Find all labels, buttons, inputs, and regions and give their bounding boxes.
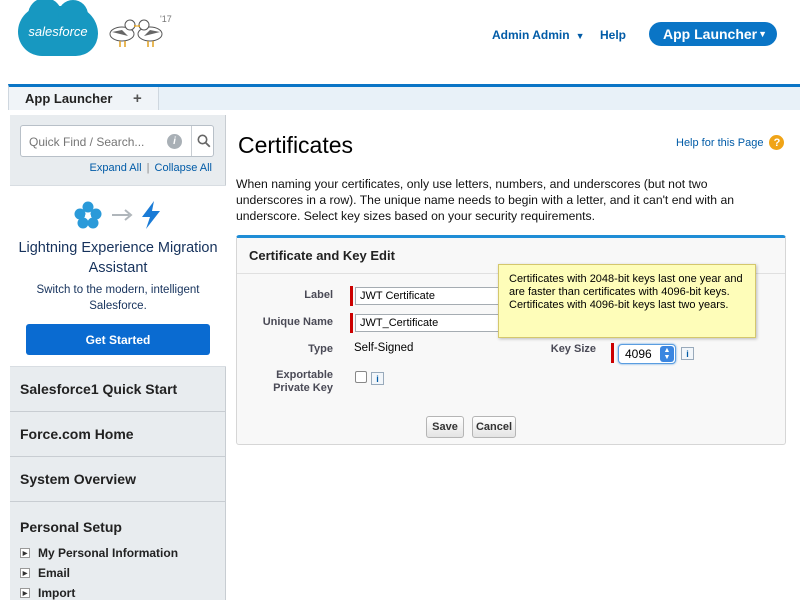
collapse-all-link[interactable]: Collapse All: [155, 162, 212, 174]
sidebar-item-force-home[interactable]: Force.com Home: [10, 412, 226, 457]
exportable-private-key-label: Exportable Private Key: [273, 369, 333, 394]
page-description: When naming your certificates, only use …: [236, 177, 735, 223]
key-size-info-icon[interactable]: i: [681, 347, 694, 360]
link-separator: |: [146, 162, 150, 174]
salesforce-logo[interactable]: salesforce: [18, 0, 98, 56]
lightning-promo: Lightning Experience Migration Assistant…: [10, 185, 226, 367]
sidebar-item-label: Import: [38, 586, 76, 600]
global-header: salesforce '17 Admin Admin ▼ Help App Lau…: [0, 0, 800, 84]
quick-find-box: i: [20, 125, 214, 157]
lightning-bolt-icon: [142, 201, 160, 229]
page-title: Certificates: [238, 132, 354, 158]
promo-subtitle: Switch to the modern, intelligent Salesf…: [36, 284, 200, 312]
exportable-private-key-checkbox[interactable]: [355, 371, 367, 383]
expand-arrow-icon[interactable]: ▶: [20, 548, 30, 558]
flower-icon: [74, 201, 102, 229]
key-size-select[interactable]: 4096 ▲ ▼: [618, 344, 676, 364]
tab-bar-filler: [159, 87, 800, 110]
cancel-button[interactable]: Cancel: [472, 416, 516, 438]
sidebar-item-label: Email: [38, 566, 71, 580]
user-menu-label: Admin Admin: [492, 28, 570, 42]
promo-title: Lightning Experience Migration Assistant: [18, 240, 218, 276]
type-value: Self-Signed: [354, 342, 414, 354]
sidebar-item-import[interactable]: ▶ Import: [20, 586, 75, 600]
add-tab-icon[interactable]: +: [133, 90, 142, 107]
tab-bar: App Launcher +: [8, 84, 800, 110]
get-started-button[interactable]: Get Started: [26, 324, 210, 355]
main-content: Certificates Help for this Page ? When n…: [226, 115, 800, 600]
key-size-value: 4096: [625, 347, 652, 361]
search-icon: [197, 134, 210, 148]
required-indicator: [611, 343, 614, 363]
label-input[interactable]: [355, 287, 505, 305]
sidebar-item-email[interactable]: ▶ Email: [20, 566, 70, 580]
sidebar-item-system-overview[interactable]: System Overview: [10, 457, 226, 502]
key-size-tooltip: Certificates with 2048-bit keys last one…: [498, 264, 756, 338]
search-button[interactable]: [191, 126, 215, 156]
required-indicator: [350, 313, 353, 333]
help-link[interactable]: Help: [600, 28, 626, 42]
select-arrows-icon: ▲ ▼: [660, 346, 674, 362]
exportable-info-icon[interactable]: i: [371, 372, 384, 385]
app-launcher-button[interactable]: App Launcher ▼: [649, 22, 777, 46]
caret-down-icon: ▼: [758, 29, 767, 39]
help-for-page-label: Help for this Page: [676, 136, 764, 149]
personal-setup-heading: Personal Setup: [20, 519, 122, 535]
button-row: Save Cancel: [237, 416, 785, 440]
app-launcher-label: App Launcher: [663, 26, 758, 42]
caret-down-icon: ▼: [575, 31, 585, 41]
expand-arrow-icon[interactable]: ▶: [20, 568, 30, 578]
required-indicator: [350, 286, 353, 306]
type-field-label: Type: [308, 343, 333, 355]
user-menu[interactable]: Admin Admin ▼: [492, 28, 584, 42]
setup-sidebar: i Expand All | Collapse All: [10, 115, 226, 600]
key-size-field-label: Key Size: [550, 343, 596, 355]
expand-arrow-icon[interactable]: ▶: [20, 588, 30, 598]
arrow-right-icon: [112, 209, 133, 221]
sidebar-item-my-personal-information[interactable]: ▶ My Personal Information: [20, 546, 178, 560]
help-question-icon: ?: [769, 135, 785, 150]
mascot-badge: '17: [160, 14, 172, 24]
migration-icons: [74, 201, 160, 229]
logo-text: salesforce: [28, 23, 88, 39]
mascot-birds-icon: '17: [109, 14, 172, 47]
label-field-label: Label: [304, 289, 333, 301]
tab-app-launcher[interactable]: App Launcher +: [9, 87, 159, 110]
sidebar-item-label: My Personal Information: [38, 546, 179, 560]
unique-name-input[interactable]: [355, 314, 505, 332]
tab-label: App Launcher: [25, 91, 113, 106]
quick-find-input[interactable]: [29, 132, 167, 152]
info-icon[interactable]: i: [167, 134, 182, 149]
expand-all-link[interactable]: Expand All: [90, 162, 142, 174]
sidebar-item-salesforce1-quick-start[interactable]: Salesforce1 Quick Start: [10, 367, 226, 412]
save-button[interactable]: Save: [426, 416, 464, 438]
unique-name-field-label: Unique Name: [262, 316, 333, 328]
help-for-page-link[interactable]: Help for this Page ?: [676, 135, 785, 150]
expand-collapse-links: Expand All | Collapse All: [10, 162, 226, 174]
